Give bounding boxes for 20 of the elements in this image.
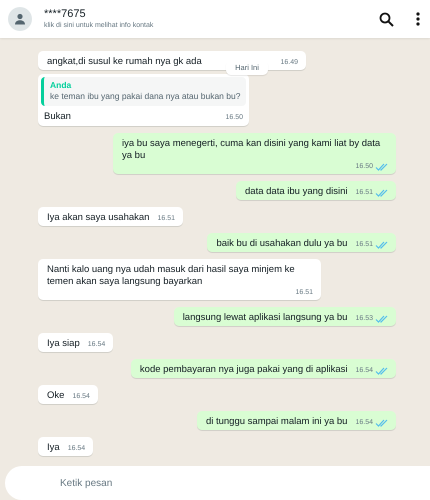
message-text: kode pembayaran nya juga pakai yang di aplikasi <box>140 364 348 376</box>
message-text: Iya siap <box>47 338 80 350</box>
message-text: data data ibu yang disini <box>245 186 348 198</box>
message-text: Iya akan saya usahakan <box>47 212 150 224</box>
quote-author: Anda <box>50 80 72 91</box>
quote-text: ke teman ibu yang pakai dana nya atau bukan bu? <box>50 91 240 102</box>
message-text: Nanti kalo uang nya udah masuk dari hasil saya minjem ke temen akan saya langsung bayarkan <box>47 264 296 288</box>
message-text: baik bu di usahakan dulu ya bu <box>216 238 348 250</box>
message-text: angkat,di susul ke rumah nya gk ada <box>47 56 202 68</box>
message-input[interactable]: Ketik pesan <box>5 466 430 500</box>
message-text: langsung lewat aplikasi langsung ya bu <box>182 312 348 324</box>
message-text: Oke <box>47 390 64 402</box>
message-text: Iya <box>47 442 60 454</box>
message-text: iya bu saya menegerti, cuma kan disini yang kami liat by data ya bu <box>122 138 382 162</box>
search-icon[interactable] <box>379 12 394 26</box>
message-text: Bukan <box>44 111 71 123</box>
contact-name[interactable]: ****7675 <box>44 8 379 20</box>
avatar-icon[interactable] <box>8 7 32 31</box>
message-text: di tunggu sampai malam ini ya bu <box>206 416 348 428</box>
menu-icon[interactable] <box>416 12 420 26</box>
